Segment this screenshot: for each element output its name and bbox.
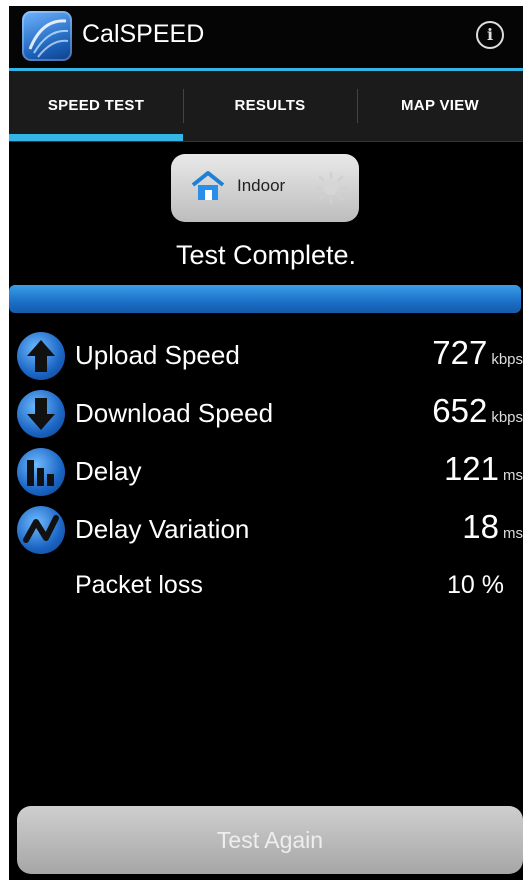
metric-value: 121 ms — [444, 450, 523, 488]
tab-bar: SPEED TEST RESULTS MAP VIEW — [9, 71, 523, 141]
metric-value: 652 kbps — [432, 392, 523, 430]
metric-unit: kbps — [491, 409, 523, 426]
metric-label: Upload Speed — [75, 340, 240, 370]
progress-bar — [9, 285, 521, 313]
metric-number: 727 — [432, 334, 488, 371]
action-bar: CalSPEED i — [9, 6, 523, 68]
tab-bar-divider — [9, 141, 523, 142]
variation-zigzag-icon — [17, 506, 65, 554]
info-icon[interactable]: i — [476, 21, 504, 49]
tab-results[interactable]: RESULTS — [183, 71, 357, 141]
upload-arrow-icon — [17, 332, 65, 380]
tab-map-view[interactable]: MAP VIEW — [357, 71, 523, 141]
toggle-label: Indoor — [237, 176, 286, 195]
metric-label: Delay Variation — [75, 514, 250, 544]
indoor-outdoor-toggle[interactable]: Indoor — [171, 154, 359, 222]
active-tab-indicator — [9, 134, 183, 141]
metric-download: Download Speed 652 kbps — [9, 390, 523, 442]
metric-value: 727 kbps — [432, 334, 523, 372]
metric-number: 18 — [462, 508, 499, 545]
sun-icon — [314, 171, 348, 205]
app-title: CalSPEED — [82, 20, 205, 48]
app-screen: CalSPEED i SPEED TEST RESULTS MAP VIEW I… — [9, 6, 523, 880]
metric-label: Delay — [75, 456, 142, 486]
test-status: Test Complete. — [175, 240, 357, 270]
metric-number: 121 — [443, 450, 499, 487]
metric-upload: Upload Speed 727 kbps — [9, 332, 523, 384]
metric-value: 18 ms — [462, 508, 523, 546]
metric-number: 652 — [432, 392, 488, 429]
metric-label: Download Speed — [75, 398, 274, 428]
packet-loss-value: 10 % — [447, 571, 504, 599]
packet-loss-label: Packet loss — [75, 571, 203, 599]
tab-speed-test[interactable]: SPEED TEST — [9, 71, 183, 141]
metric-unit: kbps — [491, 351, 523, 368]
house-icon — [191, 170, 225, 202]
metric-unit: ms — [503, 467, 523, 484]
progress-fill — [9, 285, 521, 313]
download-arrow-icon — [17, 390, 65, 438]
test-again-button[interactable]: Test Again — [17, 806, 523, 874]
delay-bars-icon — [17, 448, 65, 496]
metric-delay: Delay 121 ms — [9, 448, 523, 500]
metric-unit: ms — [503, 525, 523, 542]
metric-delay-variation: Delay Variation 18 ms — [9, 506, 523, 558]
calspeed-logo-icon — [22, 11, 72, 61]
